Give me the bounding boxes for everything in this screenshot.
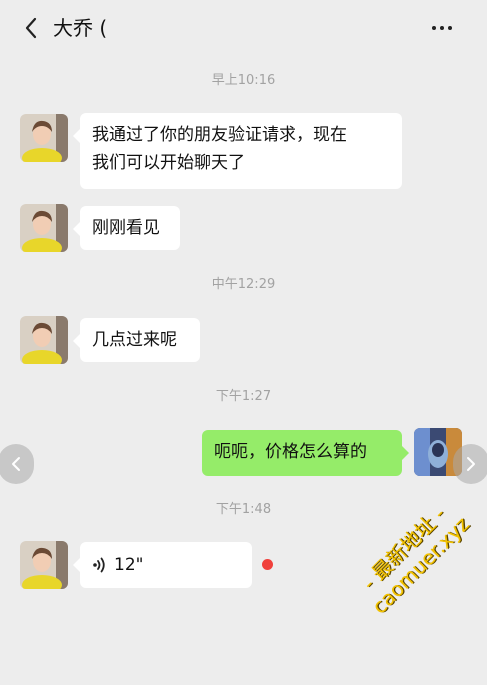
contact-avatar[interactable] xyxy=(20,114,68,162)
message-text-line: 我们可以开始聊天了 xyxy=(92,153,245,173)
more-dot xyxy=(448,26,452,30)
more-button[interactable] xyxy=(426,14,458,42)
message-text: 刚刚看见 xyxy=(92,218,160,238)
message-text: 几点过来呢 xyxy=(92,330,177,350)
timestamp: 下午1:27 xyxy=(215,389,272,404)
contact-avatar[interactable] xyxy=(20,541,68,589)
prev-image-button[interactable] xyxy=(0,444,34,484)
chat-header: 大乔 ( xyxy=(0,0,487,56)
voice-wave-icon xyxy=(93,557,105,573)
avatar-image xyxy=(20,114,68,162)
chevron-left-icon xyxy=(12,457,20,471)
avatar-image xyxy=(20,204,68,252)
avatar-image xyxy=(20,541,68,589)
incoming-message-bubble[interactable]: 刚刚看见 xyxy=(73,206,180,250)
contact-avatar[interactable] xyxy=(20,316,68,364)
timestamp: 下午1:48 xyxy=(215,502,272,517)
voice-duration: 12" xyxy=(114,555,144,575)
voice-message-bubble[interactable]: 12" xyxy=(73,542,252,588)
next-image-button[interactable] xyxy=(453,444,487,484)
chevron-right-icon xyxy=(467,457,475,471)
timestamp: 早上10:16 xyxy=(211,73,276,88)
incoming-message-bubble[interactable]: 几点过来呢 xyxy=(73,318,200,362)
more-dots-icon xyxy=(432,26,436,30)
timestamp: 中午12:29 xyxy=(211,277,276,292)
message-text: 呃呃，价格怎么算的 xyxy=(214,442,367,462)
chevron-left-icon xyxy=(25,17,37,39)
chat-title: 大乔 ( xyxy=(53,16,108,40)
unread-dot xyxy=(262,559,273,570)
message-text-line: 我通过了你的朋友验证请求，现在 xyxy=(92,125,347,145)
outgoing-message-bubble[interactable]: 呃呃，价格怎么算的 xyxy=(202,430,409,476)
back-button[interactable] xyxy=(18,14,44,42)
more-dot xyxy=(440,26,444,30)
avatar-image xyxy=(20,316,68,364)
contact-avatar[interactable] xyxy=(20,204,68,252)
incoming-message-bubble[interactable]: 我通过了你的朋友验证请求，现在 我们可以开始聊天了 xyxy=(73,113,402,189)
